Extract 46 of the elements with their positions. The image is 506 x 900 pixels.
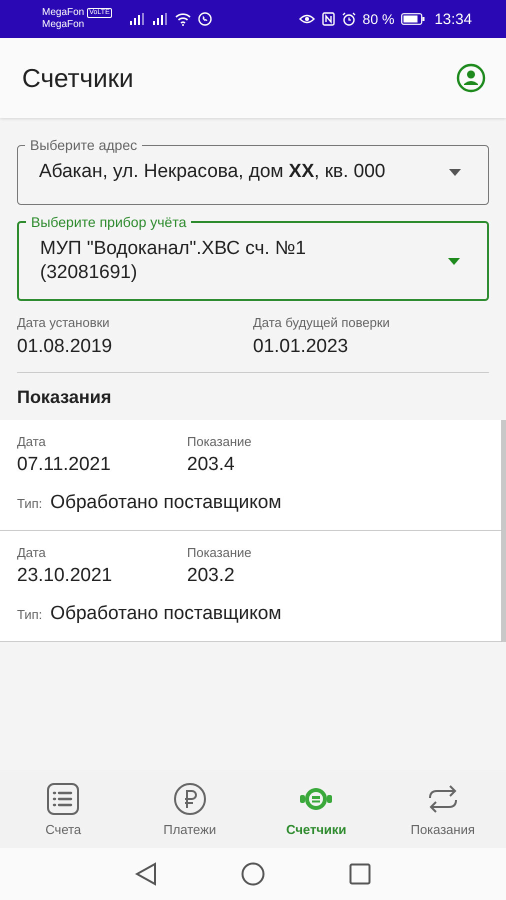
value-label: Показание (187, 545, 252, 560)
ruble-icon (172, 782, 207, 816)
battery-percent: 80 % (362, 11, 394, 27)
field-label: Выберите прибор учёта (30, 213, 188, 231)
reading-type: Обработано поставщиком (50, 492, 282, 514)
reading-type: Обработано поставщиком (50, 603, 282, 625)
home-icon[interactable] (241, 862, 265, 886)
signal-icon (152, 13, 168, 25)
nav-tab[interactable]: Платежи (126, 770, 253, 848)
field-label: Выберите адрес (29, 136, 138, 154)
section-title: Показания (17, 387, 112, 408)
reading-date: 23.10.2021 (17, 565, 114, 587)
date-label: Дата будущей поверки (253, 315, 391, 330)
eye-icon (298, 13, 315, 25)
type-label: Тип: (17, 496, 42, 511)
date-label: Дата (17, 434, 47, 449)
field-value: МУП "Водоканал".ХВС сч. №1 (32081691) (40, 237, 307, 285)
phone-bubble-icon (198, 12, 212, 26)
date-value: 01.01.2023 (253, 336, 350, 358)
carrier-name: MegaFon (42, 7, 84, 19)
nav-tab[interactable]: Счета (0, 770, 126, 848)
recents-icon[interactable] (349, 863, 371, 885)
list-icon (46, 782, 80, 816)
wifi-icon (174, 12, 191, 26)
signal-icon (128, 13, 145, 25)
caret-icon (448, 258, 460, 264)
type-label: Тип: (17, 607, 42, 622)
date-label: Дата (17, 545, 47, 560)
clock-time: 13:34 (434, 10, 472, 28)
nav-tab[interactable]: Счетчики (253, 770, 380, 848)
profile-icon[interactable] (456, 63, 486, 93)
reading-date: 07.11.2021 (17, 454, 112, 476)
date-label: Дата установки (17, 315, 111, 330)
alarm-icon (342, 12, 356, 26)
field-value: Абакан, ул. Некрасова, дом XX, кв. 000 (39, 160, 386, 184)
back-icon[interactable] (135, 862, 157, 886)
page-title: Счетчики (22, 62, 134, 94)
date-value: 01.08.2019 (17, 336, 114, 358)
battery-icon (401, 13, 426, 25)
reading-value: 203.2 (187, 565, 236, 587)
caret-icon (449, 168, 461, 176)
carrier-name: MegaFon (42, 19, 86, 31)
nav-tab[interactable]: Показания (380, 770, 506, 848)
value-label: Показание (187, 434, 252, 449)
nfc-icon (322, 12, 335, 26)
reading-value: 203.4 (187, 454, 236, 476)
